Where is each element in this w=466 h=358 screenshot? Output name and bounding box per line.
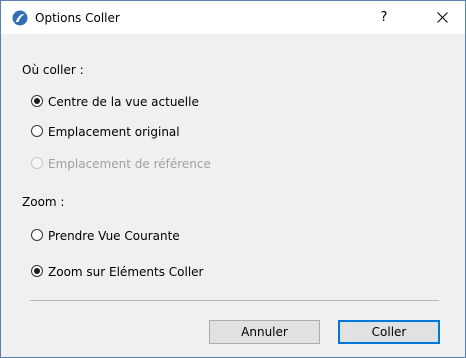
radio-button-checked[interactable] — [31, 265, 43, 277]
radio-button[interactable] — [31, 229, 43, 241]
radio-label: Emplacement original — [48, 125, 180, 139]
close-button[interactable] — [421, 1, 465, 34]
cancel-button[interactable]: Annuler — [209, 320, 320, 344]
divider — [30, 300, 439, 301]
window-title: Options Coller — [35, 11, 120, 25]
archicad-app-icon — [12, 10, 28, 26]
paste-options-dialog: Options Coller ? Où coller : Centre de l… — [0, 0, 466, 358]
close-icon — [437, 12, 448, 23]
radio-button-disabled — [31, 157, 43, 169]
radio-label: Centre de la vue actuelle — [48, 95, 199, 109]
where-to-paste-label: Où coller : — [22, 63, 84, 77]
title-bar[interactable]: Options Coller ? — [1, 1, 465, 34]
paste-button[interactable]: Coller — [338, 320, 440, 344]
radio-label: Emplacement de référence — [48, 157, 211, 171]
help-button[interactable]: ? — [367, 1, 401, 34]
radio-label: Zoom sur Eléments Coller — [48, 265, 204, 279]
radio-button[interactable] — [31, 125, 43, 137]
radio-label: Prendre Vue Courante — [48, 229, 180, 243]
radio-button-checked[interactable] — [31, 95, 43, 107]
zoom-label: Zoom : — [22, 195, 65, 209]
